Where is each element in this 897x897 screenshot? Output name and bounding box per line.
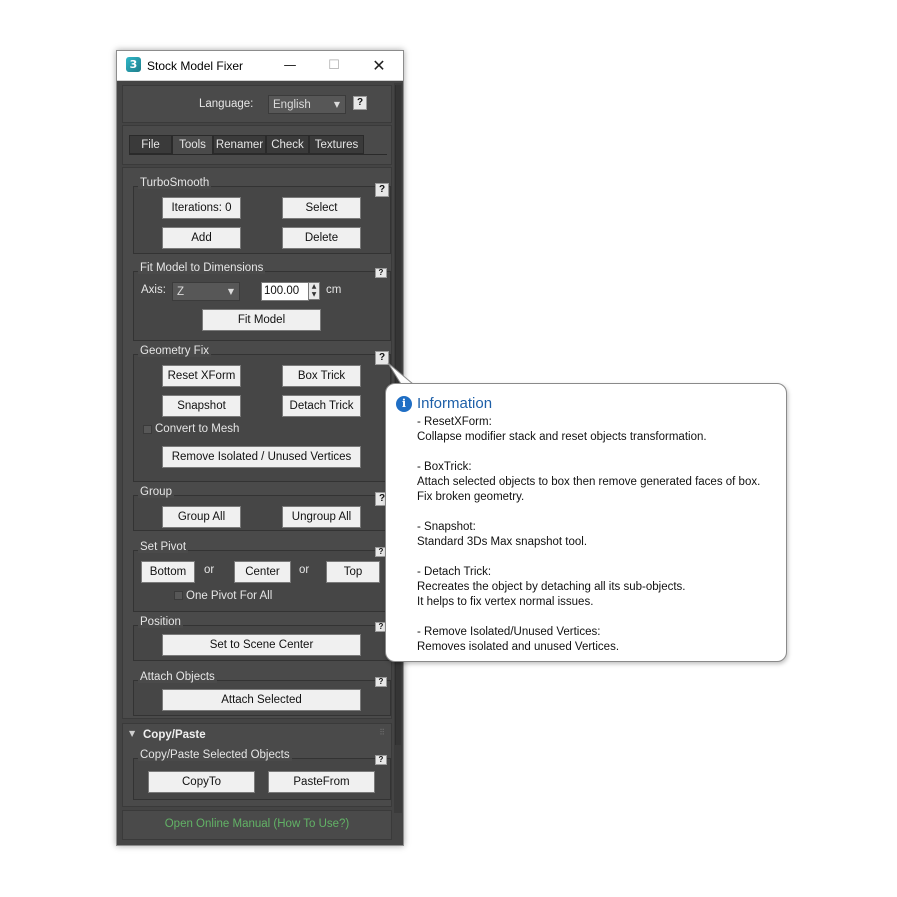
language-row: Language: English ▼ ? [122,85,392,123]
online-manual-link[interactable]: Open Online Manual (How To Use?) [123,818,391,830]
tooltip-line: Fix broken geometry. [417,491,525,503]
add-button[interactable]: Add [162,227,241,249]
tooltip-line: - Detach Trick: [417,566,492,578]
copy-paste-help-button[interactable]: ? [375,755,387,765]
tab-file[interactable]: File [129,135,172,154]
tooltip-line: It helps to fix vertex normal issues. [417,596,594,608]
tab-tools[interactable]: Tools [172,135,213,155]
group-all-button[interactable]: Group All [162,506,241,528]
stock-model-fixer-window: 3 Stock Model Fixer — ☐ ✕ Language: Engl… [116,50,404,846]
turbosmooth-title: TurboSmooth [138,177,212,189]
turbosmooth-group: TurboSmooth ? Iterations: 0 Select Add D… [133,177,391,254]
collapse-caret-icon[interactable]: ▼ [129,729,135,738]
tooltip-line: - Snapshot: [417,521,476,533]
dropdown-arrow-icon: ▼ [333,100,340,109]
convert-to-mesh-label: Convert to Mesh [155,423,240,435]
language-label: Language: [199,98,254,110]
minimize-button[interactable]: — [273,54,307,78]
set-pivot-group: Set Pivot ? Bottom or Center or Top One … [133,541,391,612]
unit-label: cm [326,284,342,296]
tab-renamer[interactable]: Renamer [213,135,266,154]
iterations-button[interactable]: Iterations: 0 [162,197,241,219]
position-group: Position ? Set to Scene Center [133,616,391,661]
dropdown-arrow-icon: ▼ [227,287,234,296]
grip-icon[interactable]: ⠿ [379,728,385,737]
manual-row: Open Online Manual (How To Use?) [122,810,392,840]
reset-xform-button[interactable]: Reset XForm [162,365,241,387]
tab-divider [129,154,387,155]
axis-value: Z [177,286,185,298]
fit-model-help-button[interactable]: ? [375,268,387,278]
copy-paste-group-title: Copy/Paste Selected Objects [138,749,292,761]
paste-from-button[interactable]: PasteFrom [268,771,375,793]
pivot-bottom-button[interactable]: Bottom [141,561,195,583]
fit-model-button[interactable]: Fit Model [202,309,321,331]
tooltip-title: Information [417,395,493,412]
axis-label: Axis: [141,284,166,296]
copy-paste-rollout: ▼ Copy/Paste ⠿ Copy/Paste Selected Objec… [122,723,392,807]
pivot-top-button[interactable]: Top [326,561,380,583]
information-tooltip: i Information - ResetXForm: Collapse mod… [385,383,787,662]
tooltip-line: Removes isolated and unused Vertices. [417,641,620,653]
attach-objects-title: Attach Objects [138,671,217,683]
convert-to-mesh-checkbox[interactable] [143,425,152,434]
delete-button[interactable]: Delete [282,227,361,249]
fit-model-title: Fit Model to Dimensions [138,262,266,274]
or-label: or [299,564,310,576]
position-title: Position [138,616,183,628]
info-icon: i [396,396,412,412]
ungroup-all-button[interactable]: Ungroup All [282,506,361,528]
window-title: Stock Model Fixer [147,59,244,73]
snapshot-button[interactable]: Snapshot [162,395,241,417]
detach-trick-button[interactable]: Detach Trick [282,395,361,417]
copy-paste-group: Copy/Paste Selected Objects ? CopyTo Pas… [133,749,391,800]
pivot-center-button[interactable]: Center [234,561,291,583]
tab-check[interactable]: Check [266,135,309,154]
tooltip-line: Collapse modifier stack and reset object… [417,431,707,443]
language-dropdown[interactable]: English ▼ [268,95,346,114]
tab-textures[interactable]: Textures [309,135,364,154]
attach-selected-button[interactable]: Attach Selected [162,689,361,711]
tooltip-line: - BoxTrick: [417,461,472,473]
copy-to-button[interactable]: CopyTo [148,771,255,793]
group-title: Group [138,486,174,498]
tooltip-line: - Remove Isolated/Unused Vertices: [417,626,601,638]
maximize-button[interactable]: ☐ [317,54,351,78]
attach-objects-group: Attach Objects ? Attach Selected [133,671,391,716]
attach-help-button[interactable]: ? [375,677,387,687]
tab-bar: File Tools Renamer Check Textures [122,125,392,165]
geometry-fix-title: Geometry Fix [138,345,212,357]
tools-rollout: TurboSmooth ? Iterations: 0 Select Add D… [122,167,392,719]
copy-paste-rollout-title[interactable]: Copy/Paste [143,729,206,741]
close-button[interactable]: ✕ [362,54,396,78]
box-trick-button[interactable]: Box Trick [282,365,361,387]
geometry-fix-group: Geometry Fix ? Reset XForm Box Trick Sna… [133,345,391,482]
tooltip-line: Standard 3Ds Max snapshot tool. [417,536,588,548]
turbosmooth-help-button[interactable]: ? [375,183,389,197]
title-bar[interactable]: 3 Stock Model Fixer — ☐ ✕ [117,51,403,81]
3dsmax-app-icon: 3 [126,57,141,72]
or-label: or [204,564,215,576]
one-pivot-checkbox[interactable] [174,591,183,600]
dimension-input[interactable]: 100.00 [261,282,309,301]
remove-vertices-button[interactable]: Remove Isolated / Unused Vertices [162,446,361,468]
tooltip-line: Recreates the object by detaching all it… [417,581,686,593]
group-group: Group ? Group All Ungroup All [133,486,391,531]
tooltip-line: - ResetXForm: [417,416,492,428]
set-to-scene-center-button[interactable]: Set to Scene Center [162,634,361,656]
select-button[interactable]: Select [282,197,361,219]
fit-model-group: Fit Model to Dimensions ? Axis: Z ▼ 100.… [133,262,391,341]
language-value: English [273,99,311,111]
dimension-spinner-icon[interactable]: ▲ ▼ [308,282,320,300]
language-help-button[interactable]: ? [353,96,367,110]
one-pivot-label: One Pivot For All [186,590,273,602]
axis-dropdown[interactable]: Z ▼ [172,282,240,301]
tooltip-line: Attach selected objects to box then remo… [417,476,761,488]
set-pivot-title: Set Pivot [138,541,189,553]
